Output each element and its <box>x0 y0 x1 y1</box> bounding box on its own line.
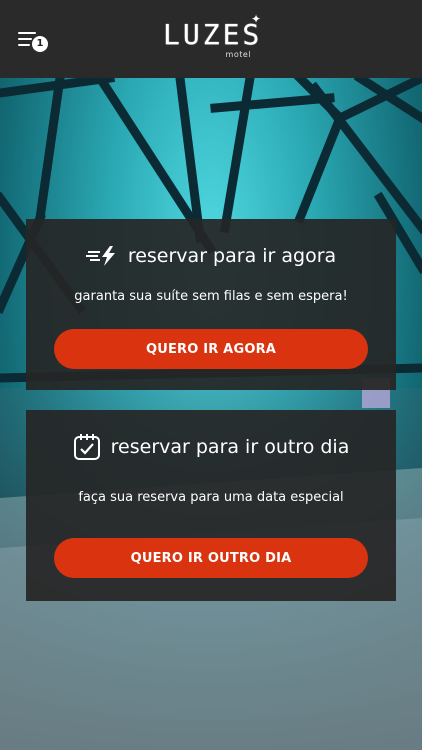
menu-button[interactable]: 1 <box>18 30 50 54</box>
card-title: reservar para ir outro dia <box>110 436 350 458</box>
go-other-day-button[interactable]: QUERO IR OUTRO DIA <box>54 538 368 578</box>
sparkle-icon: ✦ <box>250 12 261 26</box>
menu-bar <box>18 38 32 40</box>
logo: LUZES ✦ motel <box>163 12 263 62</box>
card-subtitle: faça sua reserva para uma data especial <box>78 490 344 505</box>
card-subtitle: garanta sua suíte sem filas e sem espera… <box>74 289 348 304</box>
menu-bar <box>18 32 36 34</box>
card-title-row: reservar para ir outro dia <box>26 430 396 464</box>
go-now-button[interactable]: QUERO IR AGORA <box>54 329 368 369</box>
menu-bar <box>18 44 30 46</box>
calendar-check-icon <box>73 434 100 460</box>
notification-badge: 1 <box>32 36 48 52</box>
logo-text: LUZES <box>163 18 263 51</box>
card-title: reservar para ir agora <box>127 245 337 267</box>
flash-icon <box>85 246 115 266</box>
logo-subtitle: motel <box>225 50 251 59</box>
reserve-other-day-card: reservar para ir outro dia faça sua rese… <box>26 410 396 601</box>
card-title-row: reservar para ir agora <box>26 241 396 271</box>
reserve-now-card: reservar para ir agora garanta sua suíte… <box>26 219 396 390</box>
app-header: 1 LUZES ✦ motel <box>0 0 422 78</box>
